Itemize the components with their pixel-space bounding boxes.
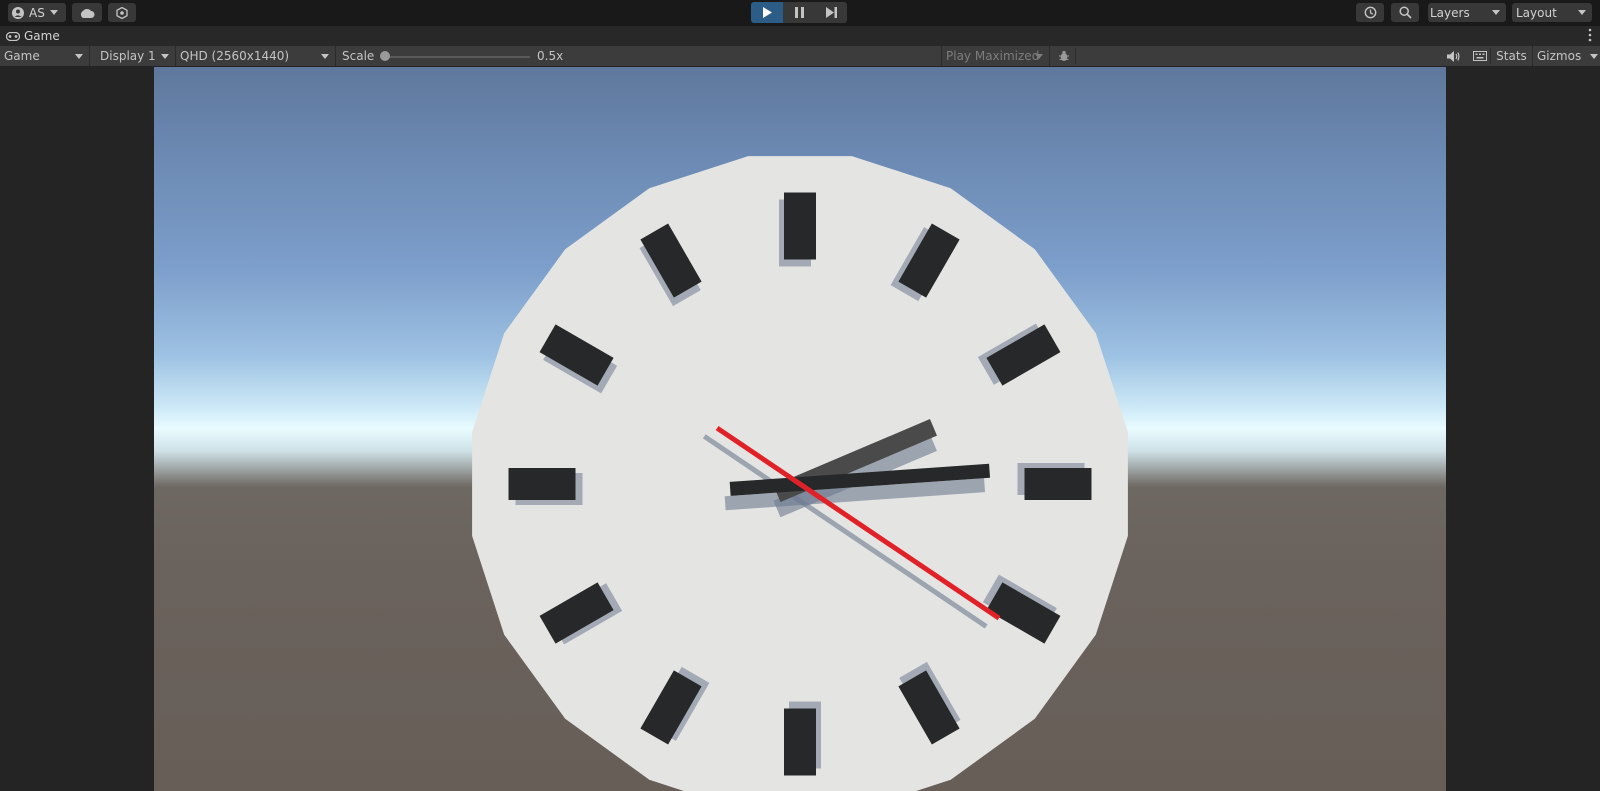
stats-button[interactable]: Stats — [1491, 46, 1533, 66]
letterbox-right — [1446, 67, 1600, 791]
pause-button[interactable] — [783, 2, 815, 23]
play-button[interactable] — [751, 2, 783, 23]
hour-marker — [508, 468, 576, 500]
game-viewport[interactable] — [154, 67, 1446, 791]
history-button[interactable] — [1356, 3, 1384, 22]
cloud-icon — [80, 8, 95, 18]
game-toolbar: Game Display 1 QHD (2560x1440) Scale 0.5… — [0, 46, 1600, 67]
pause-icon — [794, 7, 804, 18]
scale-slider-track[interactable] — [387, 56, 530, 58]
history-icon — [1364, 6, 1376, 19]
scale-label: Scale — [342, 49, 375, 63]
collab-icon — [116, 6, 128, 19]
hour-marker — [1024, 468, 1092, 500]
scale-slider-handle[interactable] — [380, 51, 390, 61]
step-button[interactable] — [815, 2, 847, 23]
hour-marker — [784, 708, 816, 776]
tab-game-label: Game — [24, 29, 60, 43]
view-mode-dropdown[interactable]: Game — [0, 46, 90, 66]
layout-label: Layout — [1516, 5, 1557, 20]
panel-tab-row: Game — [0, 26, 1600, 46]
account-icon — [12, 6, 24, 19]
chevron-down-icon — [1578, 10, 1586, 15]
layout-dropdown[interactable]: Layout — [1512, 3, 1592, 22]
stats-label: Stats — [1496, 49, 1527, 63]
chevron-down-icon — [1492, 10, 1500, 15]
display-dropdown[interactable]: Display 1 — [96, 46, 176, 66]
layers-label: Layers — [1430, 5, 1470, 20]
play-mode-dropdown[interactable]: Play Maximized — [941, 46, 1050, 66]
gizmos-dropdown[interactable]: Gizmos — [1533, 46, 1600, 66]
chevron-down-icon — [75, 54, 83, 59]
chevron-down-icon — [1590, 54, 1598, 59]
account-dropdown[interactable]: AS — [8, 3, 66, 22]
play-mode-label: Play Maximized — [946, 49, 1040, 63]
playback-controls — [751, 2, 847, 23]
resolution-dropdown[interactable]: QHD (2560x1440) — [176, 46, 336, 66]
chevron-down-icon — [321, 54, 329, 59]
search-button[interactable] — [1391, 3, 1419, 22]
gamepad-icon — [6, 31, 20, 41]
layers-dropdown[interactable]: Layers — [1428, 3, 1506, 22]
chevron-down-icon — [1035, 54, 1043, 59]
gizmos-label: Gizmos — [1537, 49, 1582, 63]
play-icon — [763, 7, 772, 18]
more-options-icon[interactable] — [1588, 28, 1592, 42]
display-label: Display 1 — [100, 49, 156, 63]
chevron-down-icon — [49, 10, 58, 15]
debug-button[interactable] — [1053, 48, 1076, 64]
audio-icon — [1446, 50, 1459, 62]
clock-scene — [472, 156, 1128, 791]
chevron-down-icon — [161, 54, 169, 59]
cloud-button[interactable] — [72, 3, 102, 22]
keyboard-icon — [1473, 51, 1487, 61]
bug-icon — [1059, 50, 1069, 61]
collab-button[interactable] — [108, 3, 136, 22]
top-bar: AS Layers Layout — [0, 0, 1600, 25]
scale-value: 0.5x — [537, 49, 564, 63]
hour-marker — [784, 192, 816, 260]
step-icon — [825, 7, 837, 18]
view-mode-label: Game — [4, 49, 40, 63]
keyboard-shortcuts-button[interactable] — [1470, 48, 1491, 64]
resolution-label: QHD (2560x1440) — [180, 49, 290, 63]
mute-audio-button[interactable] — [1444, 48, 1462, 64]
letterbox-left — [0, 67, 154, 791]
tab-game[interactable]: Game — [6, 28, 60, 44]
search-icon — [1398, 6, 1412, 19]
account-label: AS — [29, 5, 45, 20]
